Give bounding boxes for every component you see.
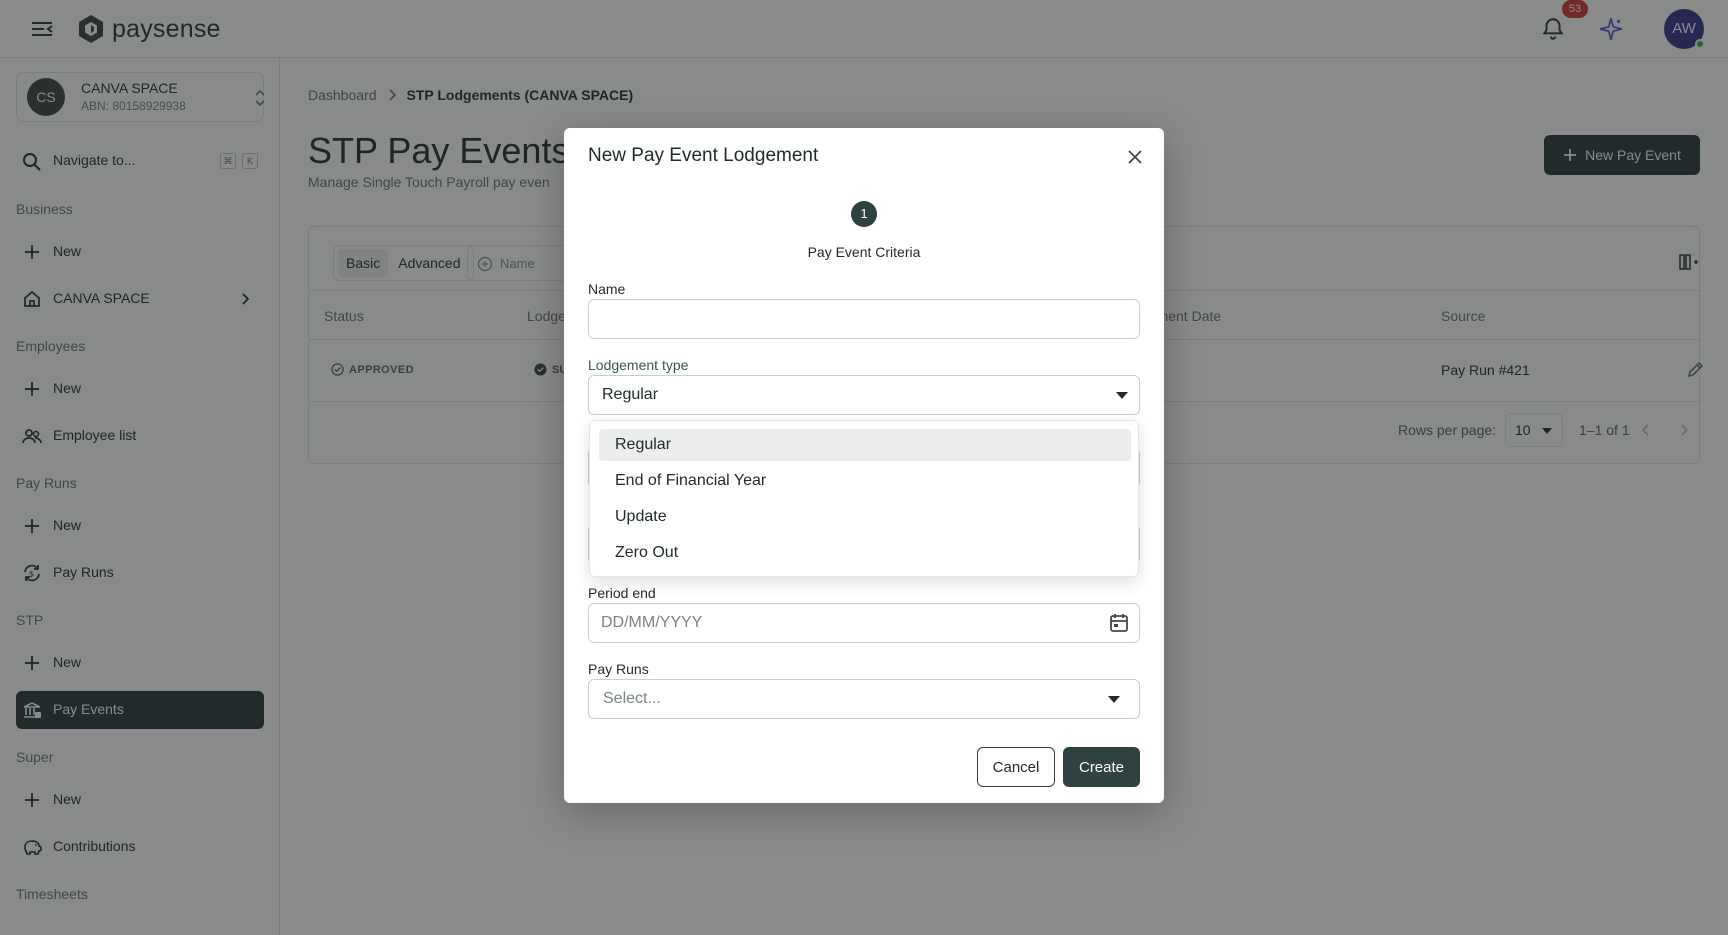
name-label: Name	[588, 281, 626, 297]
period-end-placeholder: DD/MM/YYYY	[601, 614, 703, 631]
step-label: Pay Event Criteria	[807, 244, 921, 260]
option-regular[interactable]: Regular	[599, 429, 1131, 461]
option-label: End of Financial Year	[615, 472, 767, 489]
option-zero-out[interactable]: Zero Out	[599, 537, 1131, 569]
lodgement-type-select[interactable]: Regular	[588, 375, 1140, 415]
period-end-input[interactable]: DD/MM/YYYY	[588, 603, 1140, 643]
pay-runs-label: Pay Runs	[588, 661, 649, 677]
step-indicator: 1	[851, 201, 877, 227]
option-label: Zero Out	[615, 544, 679, 561]
cancel-button[interactable]: Cancel	[977, 747, 1055, 787]
option-label: Update	[615, 508, 667, 525]
pay-runs-select[interactable]: Select...	[588, 679, 1140, 719]
lodgement-type-value: Regular	[602, 386, 659, 403]
option-update[interactable]: Update	[599, 501, 1131, 533]
caret-down-icon	[1108, 696, 1120, 703]
close-icon[interactable]	[1124, 146, 1146, 168]
create-button[interactable]: Create	[1063, 747, 1140, 787]
caret-down-icon	[1116, 392, 1128, 399]
option-label: Regular	[615, 436, 672, 453]
modal-title: New Pay Event Lodgement	[588, 145, 819, 166]
lodgement-type-options: Regular End of Financial Year Update Zer…	[589, 420, 1139, 577]
lodgement-type-label: Lodgement type	[588, 357, 689, 373]
option-end-of-financial-year[interactable]: End of Financial Year	[599, 465, 1131, 497]
calendar-icon[interactable]	[1108, 612, 1130, 634]
name-input[interactable]	[588, 299, 1140, 339]
pay-runs-placeholder: Select...	[603, 690, 661, 707]
period-end-label: Period end	[588, 585, 656, 601]
